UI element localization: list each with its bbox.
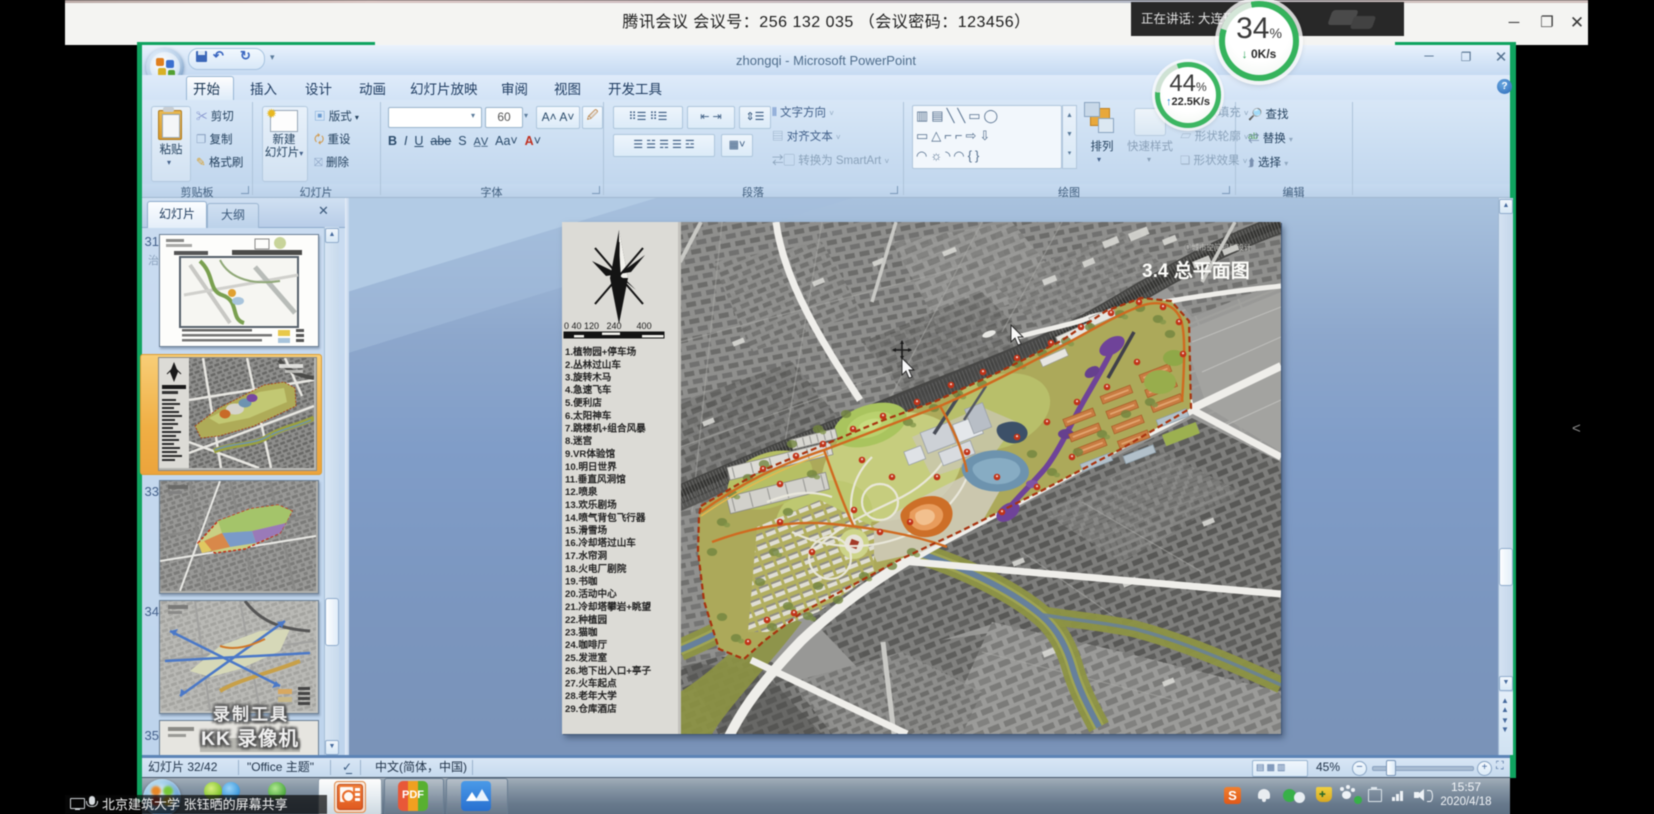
svg-text:15.滑雪场: 15.滑雪场 <box>565 525 608 537</box>
svg-text:9.VR体验馆: 9.VR体验馆 <box>565 448 616 460</box>
svg-text:14.喷气背包飞行器: 14.喷气背包飞行器 <box>565 512 646 524</box>
svg-text:28.老年大学: 28.老年大学 <box>565 690 617 702</box>
svg-text:2.丛林过山车: 2.丛林过山车 <box>565 359 621 371</box>
svg-text:7.跳楼机+组合风暴: 7.跳楼机+组合风暴 <box>565 423 646 435</box>
svg-text:6.太阳神车: 6.太阳神车 <box>565 410 612 422</box>
svg-text:21.冷却塔攀岩+眺望: 21.冷却塔攀岩+眺望 <box>565 601 652 613</box>
svg-text:16.冷却塔过山车: 16.冷却塔过山车 <box>565 537 636 549</box>
svg-text:13.欢乐剧场: 13.欢乐剧场 <box>565 499 617 511</box>
svg-text:23.猫咖: 23.猫咖 <box>565 627 598 639</box>
svg-text:4.急速飞车: 4.急速飞车 <box>565 384 612 396</box>
svg-text:24.咖啡厅: 24.咖啡厅 <box>565 639 608 651</box>
svg-text:8.迷宫: 8.迷宫 <box>565 435 593 447</box>
svg-text:3.4 总平面图: 3.4 总平面图 <box>1142 259 1250 282</box>
svg-text:12.喷泉: 12.喷泉 <box>565 486 598 498</box>
svg-text:5.便利店: 5.便利店 <box>565 397 602 409</box>
svg-text:3.旋转木马: 3.旋转木马 <box>565 372 612 384</box>
svg-text:18.火电厂剧院: 18.火电厂剧院 <box>565 563 627 575</box>
svg-text:17.水帘洞: 17.水帘洞 <box>565 550 608 562</box>
svg-text:10.明日世界: 10.明日世界 <box>565 461 617 473</box>
svg-text:25.发泄室: 25.发泄室 <box>565 652 608 664</box>
svg-text:20.活动中心: 20.活动中心 <box>565 588 617 600</box>
svg-text:1.植物园+停车场: 1.植物园+停车场 <box>565 346 637 358</box>
svg-text:19.书咖: 19.书咖 <box>565 576 598 588</box>
svg-text:26.地下出入口+亭子: 26.地下出入口+亭子 <box>565 665 652 677</box>
svg-text:①城市空间规划设计: ①城市空间规划设计 <box>1184 242 1252 252</box>
svg-text:27.火车起点: 27.火车起点 <box>565 678 617 690</box>
svg-text:22.种植园: 22.种植园 <box>565 614 608 626</box>
svg-text:11.垂直风洞馆: 11.垂直风洞馆 <box>565 474 626 486</box>
svg-text:29.仓库酒店: 29.仓库酒店 <box>565 703 617 715</box>
svg-text:0 40 120 240 400: 0 40 120 240 400 <box>564 321 652 331</box>
